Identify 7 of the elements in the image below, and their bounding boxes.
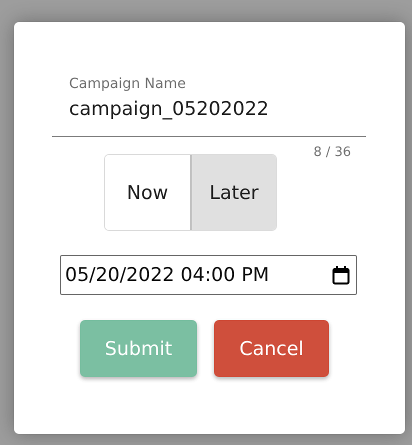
name-input-field[interactable]: campaign_05202022 <box>69 96 366 122</box>
date-time-field[interactable]: 05/20/2022 04:00 PM <box>60 255 357 295</box>
calendar-icon[interactable] <box>332 265 350 285</box>
character-counter: 8 / 36 <box>314 145 351 161</box>
cancel-button[interactable]: Cancel <box>214 320 329 377</box>
field-label: Campaign Name <box>69 75 186 94</box>
toggle-option[interactable]: Later <box>190 155 276 230</box>
